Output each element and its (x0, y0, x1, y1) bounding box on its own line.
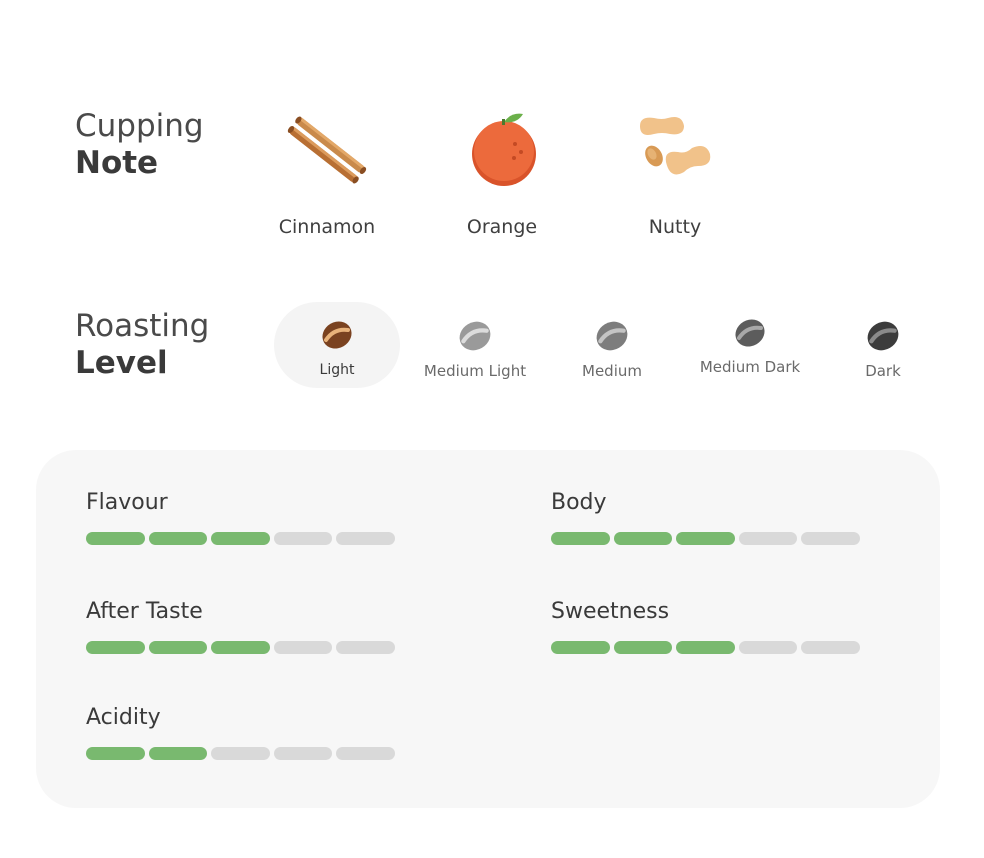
cupping-note-label: Cinnamon (278, 216, 376, 238)
roast-label: Light (319, 362, 355, 378)
roast-label: Medium (582, 362, 642, 380)
roast-option-light[interactable]: Light (274, 302, 400, 388)
coffee-bean-icon (735, 319, 765, 347)
rating-segment-filled (551, 641, 610, 654)
rating-segment-filled (86, 532, 145, 545)
attribute-body: Body (551, 490, 860, 545)
rating-segment-filled (676, 641, 735, 654)
attribute-after-taste: After Taste (86, 599, 395, 654)
rating-segment-filled (148, 641, 208, 654)
cinnamon-icon (287, 116, 367, 184)
attribute-name: After Taste (86, 599, 203, 624)
roast-option-medium-light[interactable]: Medium Light (410, 318, 540, 380)
rating-segment-filled (211, 532, 270, 545)
attribute-acidity: Acidity (86, 705, 395, 760)
roast-option-dark[interactable]: Dark (818, 318, 948, 380)
coffee-bean-icon (867, 321, 899, 351)
rating-segment-filled (148, 532, 208, 545)
orange-icon (472, 113, 536, 186)
cupping-note-title: Cupping Note (75, 108, 204, 182)
coffee-bean-icon (322, 321, 352, 349)
roast-label: Medium Dark (699, 358, 801, 376)
rating-bar (551, 532, 860, 545)
rating-segment-empty (801, 532, 860, 545)
roast-option-medium[interactable]: Medium (547, 318, 677, 380)
rating-bar (86, 641, 395, 654)
rating-segment-filled (148, 747, 208, 760)
cupping-note-label: Nutty (648, 216, 702, 238)
roast-label: Dark (865, 362, 901, 380)
rating-segment-empty (336, 641, 395, 654)
rating-segment-filled (86, 747, 145, 760)
attribute-name: Acidity (86, 705, 161, 730)
roast-option-medium-dark[interactable]: Medium Dark (685, 316, 815, 376)
rating-segment-empty (273, 641, 333, 654)
cupping-title-light: Cupping (75, 108, 204, 144)
rating-bar (551, 641, 860, 654)
rating-segment-empty (211, 747, 270, 760)
rating-segment-empty (273, 532, 333, 545)
roasting-level-title: Roasting Level (75, 308, 209, 382)
attribute-flavour: Flavour (86, 490, 395, 545)
rating-bar (86, 747, 395, 760)
rating-segment-filled (613, 532, 673, 545)
cupping-note-orange: Orange (427, 110, 577, 238)
rating-segment-empty (336, 747, 395, 760)
rating-segment-empty (738, 641, 798, 654)
coffee-bean-icon (596, 321, 628, 351)
rating-segment-empty (336, 532, 395, 545)
attribute-name: Body (551, 490, 607, 515)
attribute-name: Sweetness (551, 599, 670, 624)
rating-segment-empty (738, 532, 798, 545)
cupping-note-label: Orange (466, 216, 538, 238)
rating-segment-filled (211, 641, 270, 654)
peanut-icon (640, 117, 711, 175)
roasting-title-light: Roasting (75, 308, 210, 344)
cupping-title-bold: Note (75, 145, 159, 182)
cupping-note-nutty: Nutty (600, 110, 750, 238)
taste-profile-panel: Flavour Body After Taste Sweetness Acidi… (36, 450, 940, 808)
attribute-sweetness: Sweetness (551, 599, 860, 654)
cupping-note-cinnamon: Cinnamon (252, 110, 402, 238)
roast-label: Medium Light (423, 362, 527, 380)
rating-segment-empty (273, 747, 333, 760)
roasting-title-bold: Level (75, 345, 168, 382)
coffee-bean-icon (459, 321, 491, 351)
rating-segment-empty (801, 641, 860, 654)
rating-segment-filled (551, 532, 610, 545)
rating-segment-filled (676, 532, 735, 545)
attribute-name: Flavour (86, 490, 168, 515)
rating-bar (86, 532, 395, 545)
rating-segment-filled (86, 641, 145, 654)
rating-segment-filled (613, 641, 673, 654)
